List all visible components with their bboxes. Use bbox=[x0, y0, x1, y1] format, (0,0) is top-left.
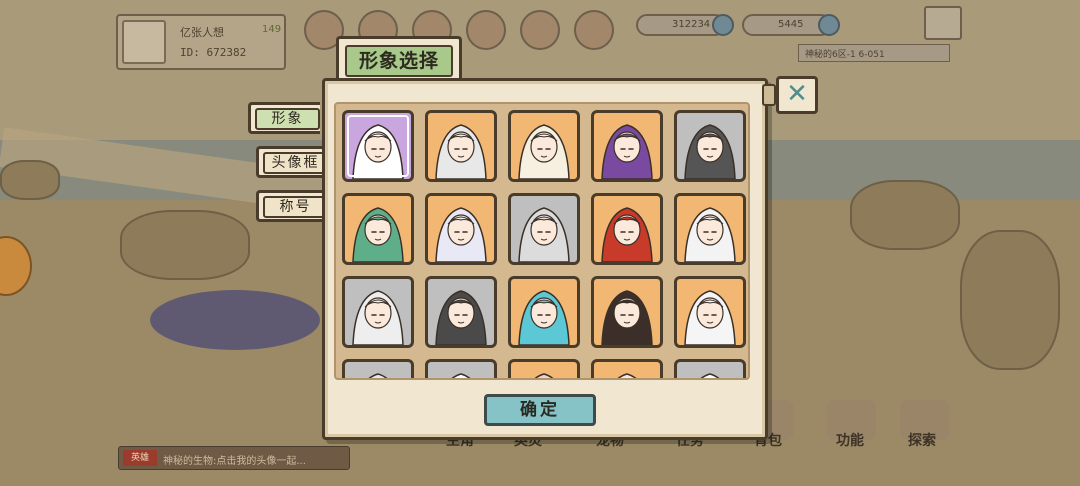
tab-avatar-frame-label: 头像框 bbox=[263, 152, 328, 174]
white-hair-red-eyes-portrait[interactable] bbox=[425, 110, 497, 182]
portrait-grid bbox=[342, 110, 746, 378]
dialog-title: 形象选择 bbox=[345, 45, 453, 77]
bunny-masked-girl-portrait[interactable] bbox=[674, 193, 746, 265]
close-button[interactable]: ✕ bbox=[776, 76, 818, 114]
tab-title-label: 称号 bbox=[263, 196, 328, 218]
tab-title[interactable]: 称号 bbox=[256, 190, 328, 222]
antler-green-girl-portrait[interactable] bbox=[342, 193, 414, 265]
butterfly-witch-portrait[interactable] bbox=[342, 110, 414, 182]
purple-flame-warrior-portrait[interactable] bbox=[674, 276, 746, 348]
portrait-art bbox=[435, 124, 487, 179]
purple-hair-queen-portrait[interactable] bbox=[591, 110, 663, 182]
portrait-art bbox=[700, 373, 720, 378]
portrait-art bbox=[518, 124, 570, 179]
portrait-art bbox=[518, 290, 570, 345]
tab-avatar-frame[interactable]: 头像框 bbox=[256, 146, 328, 178]
portrait-art bbox=[352, 207, 404, 262]
portrait-grid-frame[interactable] bbox=[334, 102, 750, 380]
portrait-art bbox=[684, 207, 736, 262]
black-hair-girl-portrait[interactable] bbox=[674, 110, 746, 182]
dark-masked-sage-portrait[interactable] bbox=[591, 276, 663, 348]
row4-portrait-2[interactable] bbox=[425, 359, 497, 378]
portrait-art bbox=[518, 207, 570, 262]
hooded-girl-portrait[interactable] bbox=[342, 276, 414, 348]
masked-demon-portrait[interactable] bbox=[425, 193, 497, 265]
horned-silver-lady-portrait[interactable] bbox=[508, 193, 580, 265]
portrait-art bbox=[601, 290, 653, 345]
tab-appearance[interactable]: 形象 bbox=[248, 102, 320, 134]
selected-indicator bbox=[347, 115, 409, 177]
row4-portrait-4[interactable] bbox=[591, 359, 663, 378]
portrait-art bbox=[435, 207, 487, 262]
portrait-art bbox=[368, 373, 388, 378]
portrait-art bbox=[352, 290, 404, 345]
portrait-art bbox=[435, 290, 487, 345]
portrait-art bbox=[601, 124, 653, 179]
horned-sun-lady-portrait[interactable] bbox=[508, 110, 580, 182]
portrait-art bbox=[534, 373, 554, 378]
row4-portrait-5[interactable] bbox=[674, 359, 746, 378]
gas-mask-kid-portrait[interactable] bbox=[425, 276, 497, 348]
close-hinge bbox=[762, 84, 776, 106]
red-lion-warrior-portrait[interactable] bbox=[591, 193, 663, 265]
row4-portrait-1[interactable] bbox=[342, 359, 414, 378]
portrait-art bbox=[617, 373, 637, 378]
cyan-bunny-girl-portrait[interactable] bbox=[508, 276, 580, 348]
portrait-art bbox=[684, 124, 736, 179]
dialog-title-tab: 形象选择 bbox=[336, 36, 462, 82]
confirm-button[interactable]: 确定 bbox=[484, 394, 596, 426]
portrait-art bbox=[451, 373, 471, 378]
portrait-art bbox=[684, 290, 736, 345]
row4-portrait-3[interactable] bbox=[508, 359, 580, 378]
tab-appearance-label: 形象 bbox=[255, 108, 320, 130]
portrait-art bbox=[601, 207, 653, 262]
